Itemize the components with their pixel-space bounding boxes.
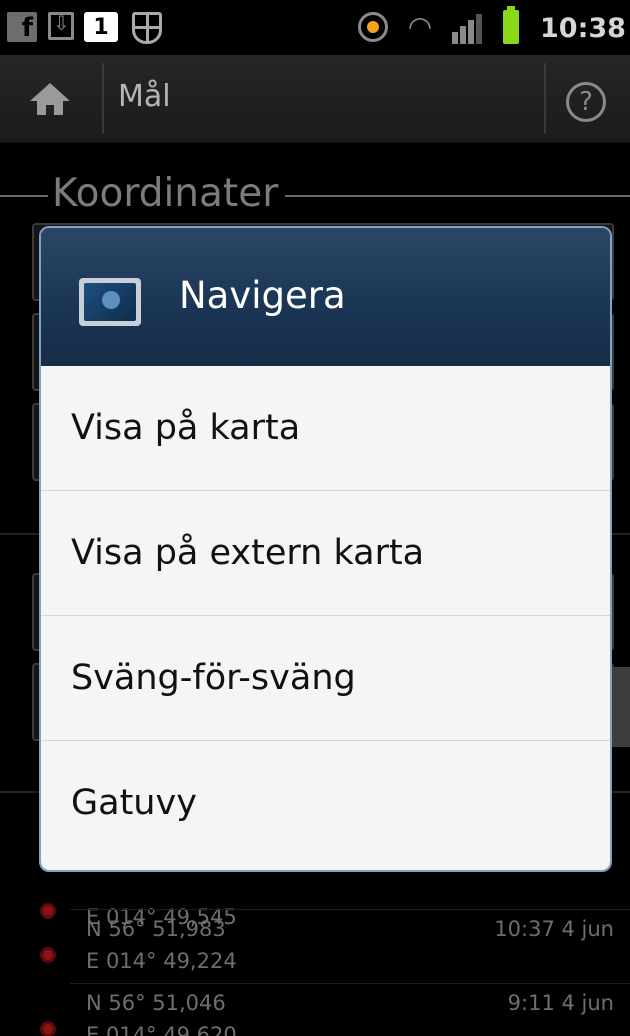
section-title: Koordinater (52, 171, 279, 216)
calendar-day: 1 (93, 15, 109, 40)
dialog-options: Visa på karta Visa på extern karta Sväng… (41, 366, 610, 870)
action-bar: Mål ? (0, 55, 630, 143)
battery-icon (503, 6, 519, 44)
shield-icon (132, 12, 162, 44)
history-row[interactable]: N 56° 51,983 E 014° 49,224 10:37 4 jun (0, 917, 630, 977)
calendar-icon: 1 (84, 12, 118, 42)
gps-icon (358, 12, 388, 42)
action-bar-divider (544, 63, 546, 133)
option-label: Visa på karta (71, 408, 301, 448)
wifi-icon: ◠ (407, 10, 433, 43)
option-turn-by-turn[interactable]: Sväng-för-sväng (41, 616, 610, 741)
option-show-on-map[interactable]: Visa på karta (41, 366, 610, 491)
location-dot-icon (40, 1021, 56, 1036)
navigate-dialog: Navigera Visa på karta Visa på extern ka… (41, 228, 610, 870)
location-dot-icon (40, 947, 56, 963)
map-icon (79, 278, 141, 326)
option-label: Sväng-för-sväng (71, 658, 356, 698)
option-show-on-external-map[interactable]: Visa på extern karta (41, 491, 610, 616)
page-title: Mål (118, 79, 171, 114)
history-lon: E 014° 49,224 (86, 949, 237, 973)
home-icon[interactable] (30, 83, 70, 117)
history-time: 9:11 4 jun (507, 991, 614, 1015)
history-time: 10:37 4 jun (494, 917, 614, 941)
dialog-header: Navigera (41, 228, 610, 366)
download-icon (48, 11, 74, 40)
action-bar-divider (102, 63, 104, 133)
option-label: Gatuvy (71, 783, 197, 823)
history-lat: N 56° 51,983 (86, 917, 226, 941)
divider (70, 983, 630, 984)
history-row[interactable]: N 56° 51,046 E 014° 49,620 9:11 4 jun (0, 991, 630, 1036)
status-time: 10:38 (540, 13, 626, 44)
dialog-title: Navigera (179, 274, 346, 317)
history-lat: N 56° 51,046 (86, 991, 226, 1015)
history-lon: E 014° 49,620 (86, 1023, 237, 1036)
status-bar: f 1 ◠ 10:38 (0, 0, 630, 55)
option-street-view[interactable]: Gatuvy (41, 741, 610, 866)
option-label: Visa på extern karta (71, 533, 425, 573)
section-header: Koordinater (0, 165, 630, 216)
facebook-icon: f (7, 12, 37, 43)
help-icon[interactable]: ? (566, 82, 606, 122)
signal-icon (452, 14, 482, 44)
divider (70, 909, 630, 910)
